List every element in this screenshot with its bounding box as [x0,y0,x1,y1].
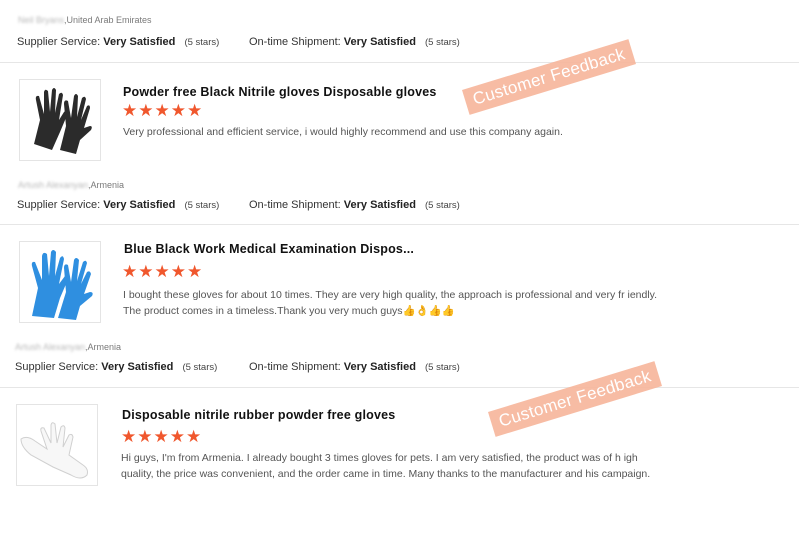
reviewer-meta: Neil Bryans,United Arab Emirates [18,15,152,25]
shipment-label: On-time Shipment: [249,361,341,373]
supplier-service-label: Supplier Service: [17,36,101,48]
supplier-service-value: Very Satisfied [101,361,174,373]
star-rating: ★★★★★ [121,427,203,446]
supplier-stars-count: (5 stars) [184,200,220,211]
product-thumbnail[interactable] [19,241,101,323]
review-text: Hi guys, I'm from Armenia. I already bou… [121,452,651,480]
supplier-service-value: Very Satisfied [103,36,176,48]
reviewer-name-blurred: Artush Alexanyan [15,342,86,352]
reviewer-country: ,Armenia [88,180,125,190]
reviewer-name-blurred: Neil Bryans [18,15,65,25]
review-text: I bought these gloves for about 10 times… [123,289,658,317]
reviewer-meta: Artush Alexanyan,Armenia [18,180,124,190]
ratings-line: Supplier Service: Very Satisfied (5 star… [17,199,517,213]
ratings-line: Supplier Service: Very Satisfied (5 star… [15,361,515,375]
shipment-value: Very Satisfied [343,199,416,211]
shipment-stars-count: (5 stars) [424,362,460,373]
divider [0,387,799,388]
divider [0,224,799,225]
shipment-stars-count: (5 stars) [424,200,460,211]
product-title[interactable]: Blue Black Work Medical Examination Disp… [124,242,414,256]
shipment-label: On-time Shipment: [249,199,341,211]
shipment-value: Very Satisfied [343,36,416,48]
review-text: Very professional and efficient service,… [123,126,563,138]
shipment-label: On-time Shipment: [249,36,341,48]
product-title[interactable]: Disposable nitrile rubber powder free gl… [122,408,395,422]
shipment-value: Very Satisfied [343,361,416,373]
black-glove-icon [34,88,92,154]
supplier-stars-count: (5 stars) [182,362,218,373]
reviewer-name-blurred: Artush Alexanyan [18,180,89,190]
blue-glove-icon [31,250,93,320]
reviewer-country: ,Armenia [85,342,122,352]
supplier-stars-count: (5 stars) [184,37,220,48]
ratings-line: Supplier Service: Very Satisfied (5 star… [17,36,517,50]
product-thumbnail[interactable] [19,79,101,161]
reviewer-meta: Artush Alexanyan,Armenia [15,342,121,352]
star-rating: ★★★★★ [122,262,204,281]
white-glove-icon [20,422,88,479]
supplier-service-label: Supplier Service: [17,199,101,211]
divider [0,62,799,63]
supplier-service-value: Very Satisfied [103,199,176,211]
shipment-stars-count: (5 stars) [424,37,460,48]
supplier-service-label: Supplier Service: [15,361,99,373]
reviewer-country: ,United Arab Emirates [64,15,152,25]
product-title[interactable]: Powder free Black Nitrile gloves Disposa… [123,85,437,99]
customer-feedback-stamp: Customer Feedback [462,39,637,115]
product-thumbnail[interactable] [16,404,98,486]
star-rating: ★★★★★ [122,101,204,120]
